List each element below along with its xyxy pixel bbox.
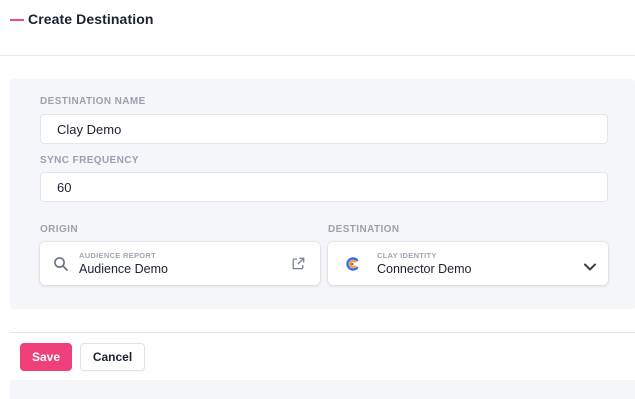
page-header: Create Destination [0, 0, 635, 56]
origin-type-label: AUDIENCE REPORT [79, 251, 157, 260]
destination-value: Connector Demo [377, 262, 472, 276]
header-accent-dash [10, 19, 24, 21]
clay-logo-icon [345, 256, 361, 272]
save-button[interactable]: Save [20, 343, 72, 371]
external-link-icon[interactable] [292, 257, 305, 270]
page-title: Create Destination [28, 11, 154, 27]
origin-label: ORIGIN [40, 224, 78, 235]
destination-label: DESTINATION [328, 224, 400, 235]
destination-name-input[interactable]: Clay Demo [40, 114, 608, 144]
origin-value: Audience Demo [79, 262, 168, 276]
sync-frequency-input[interactable]: 60 [40, 172, 608, 202]
footer-divider [10, 332, 635, 333]
sync-frequency-value: 60 [57, 179, 72, 195]
destination-name-value: Clay Demo [57, 121, 122, 137]
destination-selector[interactable]: CLAY IDENTITY Connector Demo [328, 242, 608, 285]
sync-frequency-label: SYNC FREQUENCY [40, 155, 139, 166]
destination-type-label: CLAY IDENTITY [377, 251, 437, 260]
destination-name-label: DESTINATION NAME [40, 96, 146, 107]
footer-bottom-area [10, 380, 635, 399]
create-destination-page: Create Destination DESTINATION NAME Clay… [0, 0, 635, 399]
origin-selector[interactable]: AUDIENCE REPORT Audience Demo [40, 242, 320, 285]
search-icon [53, 256, 69, 272]
cancel-button[interactable]: Cancel [80, 343, 145, 371]
chevron-down-icon[interactable] [583, 259, 597, 271]
